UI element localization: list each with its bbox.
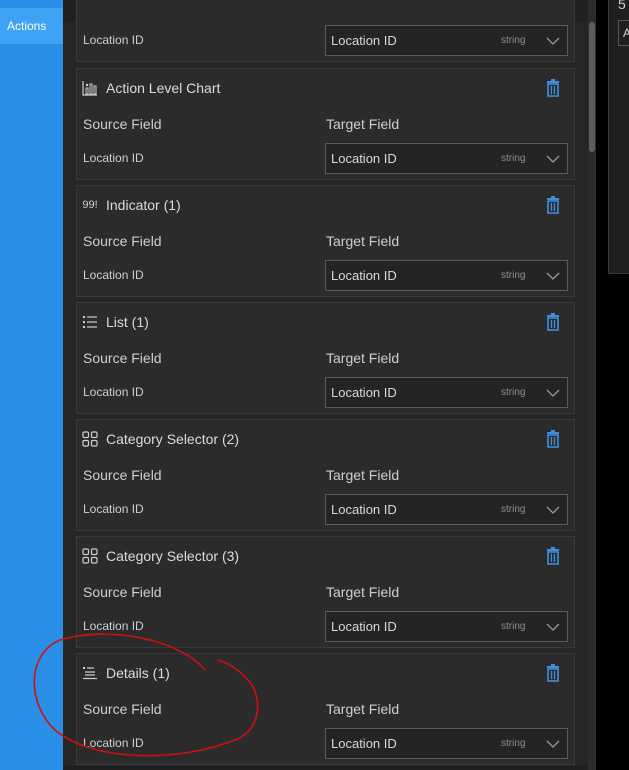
source-field-value: Location ID: [83, 619, 144, 633]
source-field-label: Source Field: [83, 584, 162, 600]
source-field-label: Source Field: [83, 467, 162, 483]
target-field-value: Location ID: [331, 502, 397, 517]
card-title: Category Selector (3): [106, 548, 240, 564]
trash-icon[interactable]: [545, 196, 561, 214]
target-field-select[interactable]: Location ID string: [325, 25, 568, 56]
chevron-down-icon: [546, 155, 560, 163]
source-field-label: Source Field: [83, 116, 162, 132]
target-field-label: Target Field: [326, 584, 400, 600]
chevron-down-icon: [546, 37, 560, 45]
source-field-value: Location ID: [83, 33, 144, 47]
card-title: Action Level Chart: [106, 80, 221, 96]
target-field-select[interactable]: Location ID string: [325, 377, 568, 408]
field-type-label: string: [501, 738, 526, 749]
field-type-label: string: [501, 504, 526, 515]
target-field-select[interactable]: Location ID string: [325, 143, 568, 174]
target-field-label: Target Field: [326, 233, 400, 249]
list-icon: [82, 314, 98, 330]
target-field-select[interactable]: Location ID string: [325, 611, 568, 642]
trash-icon[interactable]: [545, 430, 561, 448]
chevron-down-icon: [546, 389, 560, 397]
category-selector-icon: [82, 548, 98, 564]
details-icon: [82, 665, 98, 681]
field-type-label: string: [501, 621, 526, 632]
target-field-label: Target Field: [326, 350, 400, 366]
action-card: Category Selector (3) Source Field Targe…: [76, 536, 575, 648]
target-field-value: Location ID: [331, 619, 397, 634]
source-field-value: Location ID: [83, 268, 144, 282]
action-card: Category Selector (2) Source Field Targe…: [76, 419, 575, 531]
target-field-label: Target Field: [326, 701, 400, 717]
target-field-value: Location ID: [331, 151, 397, 166]
source-field-value: Location ID: [83, 385, 144, 399]
chevron-down-icon: [546, 740, 560, 748]
scrollbar-thumb[interactable]: [589, 22, 595, 152]
left-sidebar: Actions: [0, 0, 63, 770]
indicator-icon: 99!: [82, 199, 98, 211]
action-card: List (1) Source Field Target Field Locat…: [76, 302, 575, 414]
source-field-label: Source Field: [83, 350, 162, 366]
action-card: Action Level Chart Source Field Target F…: [76, 68, 575, 180]
target-field-select[interactable]: Location ID string: [325, 260, 568, 291]
source-field-label: Source Field: [83, 701, 162, 717]
target-field-select[interactable]: Location ID string: [325, 728, 568, 759]
action-card: 99! Indicator (1) Source Field Target Fi…: [76, 185, 575, 297]
chevron-down-icon: [546, 623, 560, 631]
trash-icon[interactable]: [545, 79, 561, 97]
field-type-label: string: [501, 35, 526, 46]
target-field-value: Location ID: [331, 385, 397, 400]
field-type-label: string: [501, 387, 526, 398]
tab-actions[interactable]: Actions: [0, 8, 63, 44]
target-field-value: Location ID: [331, 33, 397, 48]
trash-icon[interactable]: [545, 313, 561, 331]
chevron-down-icon: [546, 272, 560, 280]
trash-icon[interactable]: [545, 547, 561, 565]
source-field-value: Location ID: [83, 736, 144, 750]
chevron-down-icon: [546, 506, 560, 514]
target-field-value: Location ID: [331, 736, 397, 751]
card-title: Category Selector (2): [106, 431, 240, 447]
source-field-value: Location ID: [83, 502, 144, 516]
panel-footer-strip: [63, 766, 596, 770]
bar-chart-icon: [82, 80, 98, 96]
action-card-partial: Location ID Location ID string: [76, 0, 575, 62]
card-title: List (1): [106, 314, 149, 330]
target-field-label: Target Field: [326, 116, 400, 132]
target-field-value: Location ID: [331, 268, 397, 283]
field-type-label: string: [501, 270, 526, 281]
target-field-label: Target Field: [326, 467, 400, 483]
card-title: Details (1): [106, 665, 170, 681]
source-field-label: Source Field: [83, 233, 162, 249]
category-selector-icon: [82, 431, 98, 447]
field-type-label: string: [501, 153, 526, 164]
action-card: Details (1) Source Field Target Field Lo…: [76, 653, 575, 765]
side-panel-input[interactable]: A: [618, 20, 629, 46]
trash-icon[interactable]: [545, 664, 561, 682]
card-title: Indicator (1): [106, 197, 181, 213]
source-field-value: Location ID: [83, 151, 144, 165]
target-field-select[interactable]: Location ID string: [325, 494, 568, 525]
side-panel-heading: 5: [618, 0, 626, 12]
